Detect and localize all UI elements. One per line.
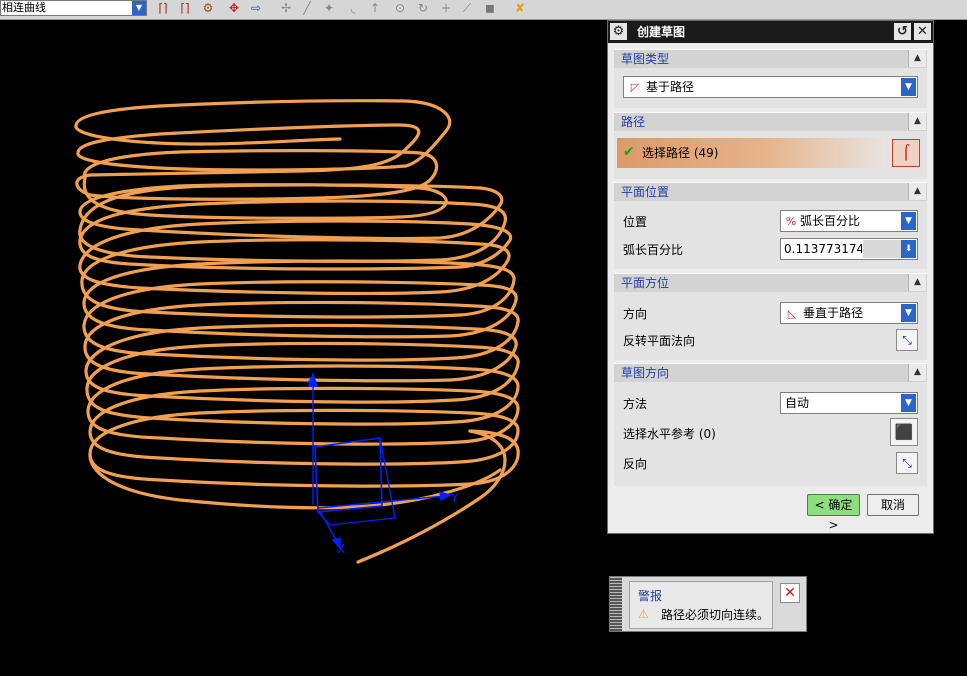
collapse-icon[interactable]: ▲ [908,183,926,200]
section-plane-location-header[interactable]: 平面位置 ▲ [614,182,927,201]
normal-to-path-icon: ◺ [787,307,797,320]
chevron-down-icon[interactable]: ▼ [901,78,916,96]
rotate-icon[interactable]: ↻ [416,1,430,16]
x-axis-label: X [337,542,345,556]
close-icon[interactable]: ✕ [780,583,800,603]
curve-rule-value: 相连曲线 [2,1,46,14]
chevron-down-icon[interactable]: ▼ [901,304,916,322]
y-axis-label: Y [450,491,459,505]
section-plane-orientation-header[interactable]: 平面方位 ▲ [614,273,927,292]
section-plane-orientation-body: 方向 ◺ 垂直于路径 ▼ 反转平面法向 ⤡ [614,292,927,360]
warning-popup: 警报 ⚠ 路径必须切向连续。 ✕ [609,576,807,632]
section-title: 平面位置 [621,185,670,199]
location-value: 弧长百分比 [800,214,861,228]
cursor-icon[interactable]: ✘ [512,1,528,16]
arc-percent-input[interactable]: 0.1137731740 ⬇ [780,238,918,260]
dialog-button-bar: < 确定 > 取消 [614,489,927,532]
sketch-plane-side [317,437,396,526]
horizontal-ref-label: 选择水平参考 (0) [623,427,716,441]
arrow-icon[interactable]: ⇨ [249,1,263,16]
point-icon[interactable]: ✦ [322,1,336,16]
section-sketch-type-header[interactable]: 草图类型 ▲ [614,49,927,68]
check-icon: ✔ [623,144,635,160]
section-plane-location-body: 位置 %弧长百分比 ▼ 弧长百分比 0.1137731740 ⬇ [614,201,927,269]
percent-icon: % [785,215,797,228]
section-title: 平面方位 [621,276,670,290]
cube-icon[interactable]: ◼ [482,1,498,16]
gear-curve-icon[interactable]: ⚙ [200,1,216,16]
tangent-icon[interactable]: ↑ [368,1,382,16]
curve-rule-icon[interactable]: ⌈⌉ [156,1,170,16]
close-icon[interactable]: ✕ [914,23,931,40]
location-label: 位置 [623,215,648,229]
arc-icon[interactable]: ◟ [346,1,360,16]
gear-icon[interactable]: ⚙ [610,23,627,40]
warning-message: 路径必须切向连续。 [661,608,770,622]
reverse-label: 反向 [623,457,648,471]
down-arrow-icon[interactable]: ⬇ [901,240,916,258]
reverse-plane-normal-label: 反转平面法向 [623,334,696,348]
location-select[interactable]: % 弧长百分比 ▼ [780,210,918,232]
collapse-icon[interactable]: ▲ [908,364,926,381]
circle-icon[interactable]: ⊙ [393,1,407,16]
method-value: 自动 [785,396,810,410]
dialog-title: 创建草图 [637,25,686,39]
dialog-titlebar[interactable]: ⚙ 创建草图 ↺ ✕ [608,21,933,43]
cancel-button[interactable]: 取消 [867,494,919,516]
cube-icon[interactable]: ⬛ [890,418,918,446]
section-path-header[interactable]: 路径 ▲ [614,112,927,131]
method-select[interactable]: 自动 ▼ [780,392,918,414]
arc-percent-value[interactable]: 0.1137731740 [781,239,862,259]
arc-percent-label: 弧长百分比 [623,243,684,257]
chevron-down-icon[interactable]: ▼ [901,394,916,412]
reverse-direction-icon[interactable]: ⤡ [896,452,918,474]
chevron-down-icon[interactable]: ▼ [132,1,146,15]
select-path-label: 选择路径 (49) [642,146,719,160]
collapse-icon[interactable]: ▲ [908,274,926,291]
warning-content: 警报 ⚠ 路径必须切向连续。 [629,581,773,629]
select-curve-icon[interactable]: ⌠ [892,139,920,167]
x-axis-line [317,507,339,544]
drag-handle[interactable] [610,577,622,631]
chevron-down-icon[interactable]: ▼ [901,212,916,230]
warning-icon: ⚠ [638,607,649,621]
sketch-type-select[interactable]: ◸ 基于路径 ▼ [623,76,918,98]
plus-icon[interactable]: + [439,1,453,16]
reset-icon[interactable]: ↺ [894,23,911,40]
input-spacer [863,240,901,258]
curve-rule-icon[interactable]: ⌈⌉ [178,1,192,16]
select-path-row[interactable]: ✔ 选择路径 (49) [617,138,887,168]
direction-label: 方向 [623,307,648,321]
section-title: 草图类型 [621,52,670,66]
create-sketch-dialog: ⚙ 创建草图 ↺ ✕ 草图类型 ▲ ◸ 基于路径 ▼ 路径 ▲ ✔ 选择路径 (4… [607,20,934,534]
curve-rule-select[interactable]: 相连曲线 ▼ [0,0,147,16]
line-icon[interactable]: ╱ [300,1,314,16]
section-path-body: ✔ 选择路径 (49) ⌠ [614,131,927,179]
collapse-icon[interactable]: ▲ [908,50,926,67]
toolbar: 相连曲线 ▼ ⌈⌉ ⌈⌉ ⚙ ✥ ⇨ ✢ ╱ ✦ ◟ ↑ ⊙ ↻ + ⟋ ◼ ✘ [0,0,967,20]
method-label: 方法 [623,397,648,411]
section-sketch-orientation-body: 方法 自动 ▼ 选择水平参考 (0) ⬛ 反向 ⤡ [614,382,927,486]
move-icon[interactable]: ✢ [278,1,294,16]
sketch-on-path-icon: ◸ [630,81,640,94]
z-axis-label: Z [307,376,313,385]
reverse-direction-icon[interactable]: ⤡ [896,329,918,351]
ok-button[interactable]: < 确定 > [807,494,860,532]
direction-select[interactable]: ◺ 垂直于路径 ▼ [780,302,918,324]
section-sketch-type-body: ◸ 基于路径 ▼ [614,68,927,108]
section-title: 路径 [621,115,646,129]
sketch-plane-outline [314,437,383,513]
snap-icon[interactable]: ✥ [226,1,242,16]
sketch-type-value: 基于路径 [646,80,695,94]
warning-title: 警报 [638,589,663,603]
direction-value: 垂直于路径 [803,306,864,320]
section-sketch-orientation-header[interactable]: 草图方向 ▲ [614,363,927,382]
slash-icon[interactable]: ⟋ [460,1,474,16]
section-title: 草图方向 [621,366,670,380]
collapse-icon[interactable]: ▲ [908,113,926,130]
